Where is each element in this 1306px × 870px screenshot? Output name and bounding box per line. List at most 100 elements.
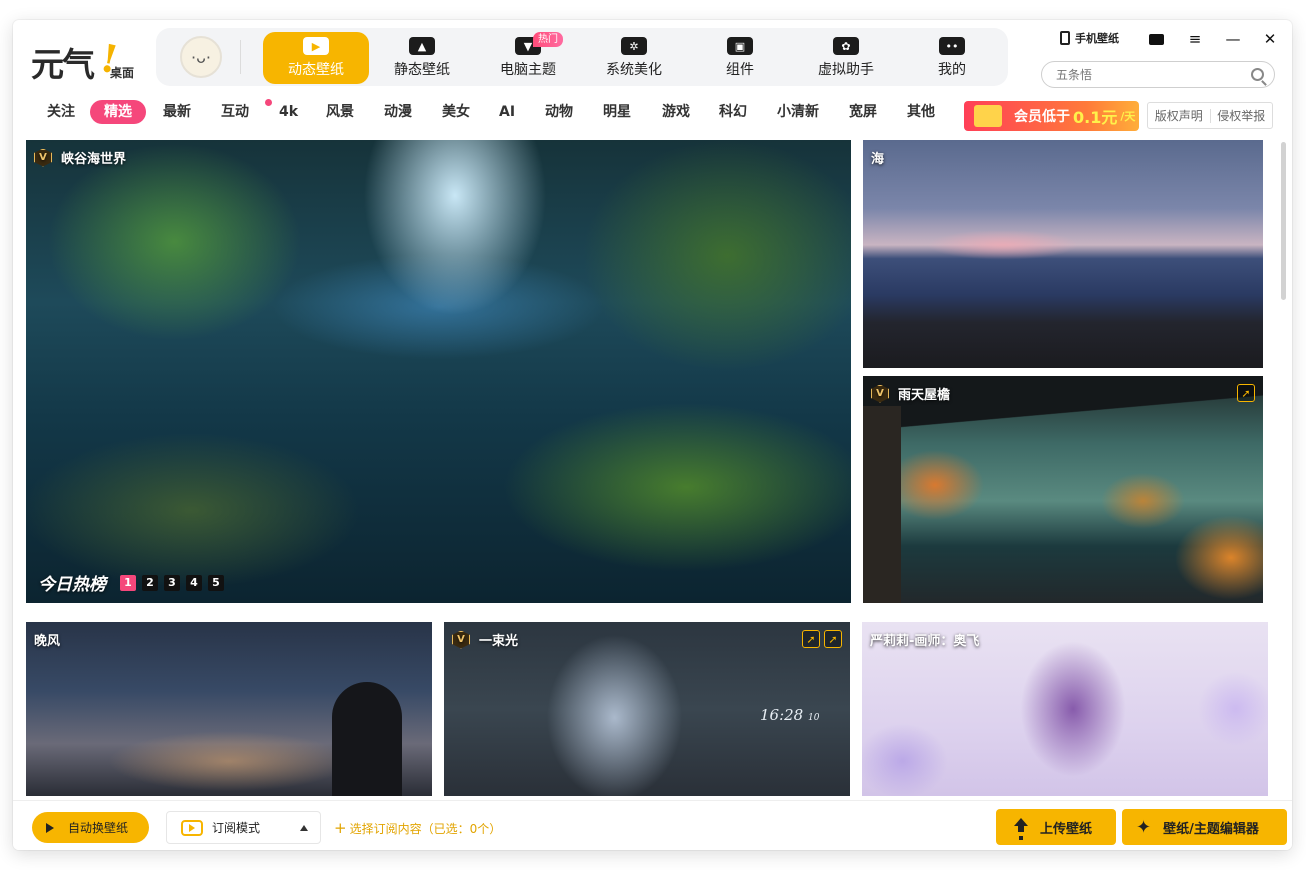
category-scifi[interactable]: 科幻	[705, 100, 761, 124]
report-link[interactable]: 侵权举报	[1211, 107, 1273, 124]
main-nav: ·ᴗ· ▶ 动态壁纸 ▲ 静态壁纸 ▼ 电脑主题 热门 ✲ 系统美化 ▣ 组件 …	[156, 28, 1008, 86]
close-button[interactable]: ✕	[1258, 28, 1282, 50]
app-logo[interactable]: 元气 ! 桌面	[31, 35, 141, 84]
category-animals[interactable]: 动物	[531, 100, 587, 124]
category-scenery[interactable]: 风景	[312, 100, 368, 124]
tile-title-text: 晚风	[34, 634, 61, 649]
rank-page-4[interactable]: 4	[186, 574, 202, 591]
copyright-link[interactable]: 版权声明	[1148, 107, 1210, 124]
nav-dynamic-wallpaper[interactable]: ▶ 动态壁纸	[263, 32, 369, 84]
nav-mine[interactable]: •• 我的	[899, 32, 1005, 84]
message-button[interactable]	[1144, 28, 1168, 50]
category-stars[interactable]: 明星	[589, 100, 645, 124]
hot-ranking: 今日热榜 1 2 3 4 5	[38, 570, 230, 595]
vip-price: 0.1元	[1073, 108, 1118, 127]
play-icon	[46, 822, 54, 833]
search-icon[interactable]	[1251, 68, 1264, 81]
menu-button[interactable]: ≡	[1183, 28, 1207, 50]
vip-icon: V	[452, 630, 470, 649]
interactive-cursor-icon: ➚	[1237, 384, 1255, 402]
nav-pc-theme[interactable]: ▼ 电脑主题	[475, 32, 581, 84]
vip-icon: V	[871, 384, 889, 403]
nav-widgets[interactable]: ▣ 组件	[687, 32, 793, 84]
category-ai[interactable]: AI	[485, 100, 529, 124]
magic-wand-icon: ✦	[1136, 816, 1152, 838]
tile-title-text: 严莉莉-画师：奥飞	[870, 634, 980, 649]
nav-static-wallpaper[interactable]: ▲ 静态壁纸	[369, 32, 475, 84]
subscription-mode-select[interactable]: 订阅模式	[166, 811, 321, 844]
tile-title: 海	[871, 148, 884, 167]
mobile-wallpaper-label: 手机壁纸	[1075, 32, 1119, 45]
tile-title: 晚风	[34, 630, 60, 649]
nav-virtual-assistant[interactable]: ✿ 虚拟助手	[793, 32, 899, 84]
tv-icon	[181, 819, 203, 836]
wallpaper-theme-editor-button[interactable]: ✦ 壁纸/主题编辑器	[1122, 809, 1287, 845]
vip-suffix: /天	[1120, 110, 1136, 123]
clock-seconds: 10	[808, 713, 820, 723]
category-featured[interactable]: 精选	[90, 100, 146, 124]
category-interactive[interactable]: 互动	[207, 100, 263, 124]
nav-divider	[240, 40, 241, 74]
nav-label: 系统美化	[606, 62, 662, 78]
hot-ranking-label: 今日热榜	[38, 575, 106, 595]
tile-title: V 一束光	[452, 630, 518, 649]
rank-page-2[interactable]: 2	[142, 574, 158, 591]
category-anime[interactable]: 动漫	[370, 100, 426, 124]
minimize-icon: —	[1225, 30, 1241, 48]
category-games[interactable]: 游戏	[648, 100, 704, 124]
vip-prefix: 会员低于	[1014, 109, 1070, 125]
wallpaper-tile-evening-wind[interactable]: 晚风	[26, 622, 432, 796]
category-follow[interactable]: 关注	[33, 100, 89, 124]
search-box	[1041, 61, 1275, 88]
mode-label: 订阅模式	[212, 821, 261, 835]
mobile-wallpaper-link[interactable]: 手机壁纸	[1060, 30, 1119, 46]
wall-shape	[863, 406, 901, 603]
auto-change-wallpaper-button[interactable]: 自动换壁纸	[32, 812, 149, 843]
category-fresh[interactable]: 小清新	[763, 100, 833, 124]
wallpaper-tile-rain-eaves[interactable]: V 雨天屋檐 ➚	[863, 376, 1263, 603]
scrollbar-thumb[interactable]	[1281, 142, 1286, 300]
wallpaper-tile-anime-girl[interactable]: 严莉莉-画师：奥飞	[862, 622, 1268, 796]
tile-badges: ➚ ➚	[802, 630, 842, 648]
mascot-avatar[interactable]: ·ᴗ·	[180, 36, 222, 78]
click-cursor-icon: ➚	[824, 630, 842, 648]
rank-page-1[interactable]: 1	[120, 574, 136, 591]
editor-label: 壁纸/主题编辑器	[1163, 821, 1259, 837]
category-other[interactable]: 其他	[893, 100, 949, 124]
category-beauty[interactable]: 美女	[428, 100, 484, 124]
select-subscription-link[interactable]: + 选择订阅内容（已选：0个）	[334, 819, 501, 837]
plus-icon: +	[334, 819, 347, 837]
search-input[interactable]	[1056, 66, 1236, 84]
hot-badge: 热门	[533, 32, 563, 47]
tile-title: 严莉莉-画师：奥飞	[870, 630, 979, 649]
nav-system-beautify[interactable]: ✲ 系统美化	[581, 32, 687, 84]
vip-promo-banner[interactable]: 会员低于 0.1元 /天	[964, 101, 1139, 131]
nav-label: 动态壁纸	[288, 62, 344, 78]
upload-icon	[1014, 818, 1028, 836]
nav-label: 静态壁纸	[394, 62, 450, 78]
category-4k[interactable]: 4k	[265, 100, 312, 124]
rank-page-3[interactable]: 3	[164, 574, 180, 591]
wallpaper-tile-a-beam-of-light[interactable]: V 一束光 ➚ ➚ 16:28 10	[444, 622, 850, 796]
upload-label: 上传壁纸	[1040, 821, 1093, 837]
nav-label: 电脑主题	[500, 62, 556, 78]
wallpaper-tile-featured[interactable]: V 峡谷海世界 今日热榜 1 2 3 4 5	[26, 140, 851, 603]
nav-label: 组件	[726, 62, 754, 78]
select-subscription-label: 选择订阅内容（已选：0个）	[349, 821, 502, 836]
flower-icon: ✲	[621, 37, 647, 55]
rank-page-5[interactable]: 5	[208, 574, 224, 591]
logo-text: 元气	[31, 45, 95, 84]
tile-title: V 雨天屋檐	[871, 384, 950, 403]
video-play-icon: ▶	[303, 37, 329, 55]
widget-icon: ▣	[727, 37, 753, 55]
upload-wallpaper-button[interactable]: 上传壁纸	[996, 809, 1116, 845]
clock-time: 16:28	[760, 706, 804, 724]
category-bar: 关注 精选 最新 互动 4k 风景 动漫 美女 AI 动物 明星 游戏 科幻 小…	[29, 99, 949, 124]
mascot-face: ·ᴗ·	[191, 47, 211, 67]
menu-icon: ≡	[1188, 30, 1202, 48]
wallpaper-tile-sea[interactable]: 海	[863, 140, 1263, 368]
minimize-button[interactable]: —	[1221, 28, 1245, 50]
category-latest[interactable]: 最新	[149, 100, 205, 124]
phone-icon	[1060, 31, 1070, 45]
category-widescreen[interactable]: 宽屏	[835, 100, 891, 124]
